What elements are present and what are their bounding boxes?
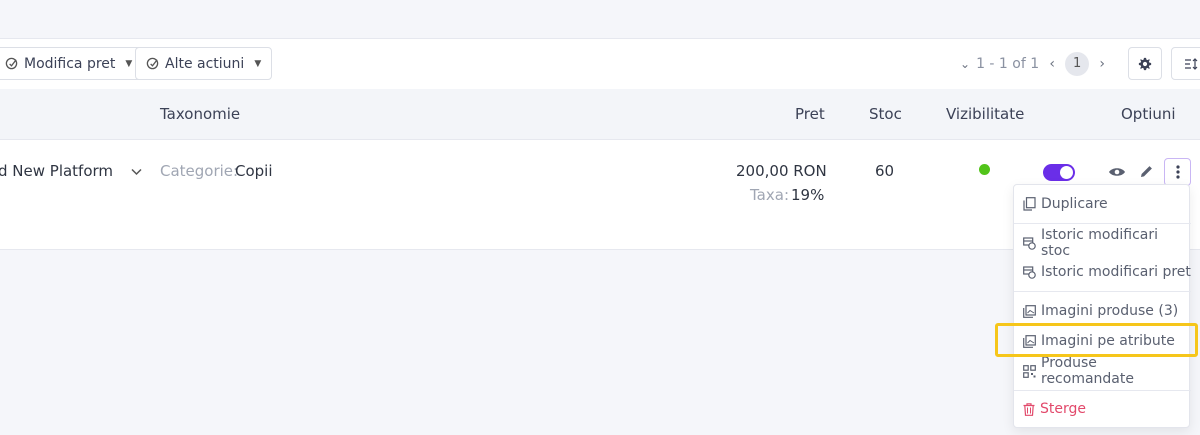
pencil-icon[interactable] [1139, 164, 1154, 179]
prev-page-icon[interactable]: ‹ [1039, 56, 1065, 72]
menu-divider [1014, 390, 1191, 391]
gear-icon [1138, 57, 1152, 70]
menu-divider [1014, 223, 1191, 224]
menu-item-label: Istoric modificari pret [1041, 264, 1191, 280]
menu-item-istoric-stoc[interactable]: Istoric modificari stoc [1014, 227, 1191, 259]
settings-button[interactable] [1128, 47, 1162, 80]
row-actions-button[interactable] [1164, 158, 1191, 186]
category-value: Copii [235, 162, 273, 180]
sort-lines-icon [1185, 57, 1198, 70]
next-page-icon[interactable]: › [1089, 56, 1115, 72]
alte-actiuni-button[interactable]: Alte actiuni ▼ [135, 47, 273, 80]
edit-circle-icon [5, 57, 18, 70]
row-actions-menu: Duplicare Istoric modificari stoc Istori… [1013, 184, 1191, 428]
tax-label: Taxa: [750, 186, 789, 204]
menu-item-duplicare[interactable]: Duplicare [1014, 191, 1191, 217]
active-toggle[interactable] [1043, 164, 1075, 181]
eye-icon[interactable] [1108, 166, 1126, 178]
modifica-pret-label: Modifica pret [24, 55, 116, 72]
pagination: ⌄ 1 - 1 of 1 ‹ 1 › [960, 47, 1115, 80]
current-page[interactable]: 1 [1065, 51, 1090, 76]
menu-divider [1014, 291, 1191, 292]
alte-actiuni-label: Alte actiuni [165, 55, 245, 72]
menu-item-imagini-produse[interactable]: Imagini produse (3) [1014, 298, 1191, 324]
images-icon [1023, 304, 1036, 318]
column-optiuni: Optiuni [1121, 105, 1176, 123]
edit-circle-icon [146, 57, 159, 70]
modifica-pret-button[interactable]: Modifica pret ▼ [0, 47, 144, 80]
menu-item-label: Imagini pe atribute [1041, 333, 1175, 349]
kebab-icon [1175, 165, 1180, 179]
page-size-chevron-icon[interactable]: ⌄ [960, 57, 970, 71]
caret-down-icon: ▼ [254, 58, 262, 69]
price-value: 200,00 RON [736, 162, 827, 180]
menu-item-label: Istoric modificari stoc [1041, 227, 1158, 259]
density-button[interactable] [1171, 47, 1200, 80]
menu-item-label: Produse recomandate [1041, 355, 1134, 387]
tax-value: 19% [791, 186, 825, 204]
column-stoc[interactable]: Stoc [869, 105, 902, 123]
visibility-status-dot [979, 164, 990, 175]
menu-item-label: Duplicare [1041, 196, 1108, 212]
stock-value: 60 [875, 162, 895, 180]
chevron-down-icon[interactable] [131, 168, 142, 176]
menu-item-produse-recomandate[interactable]: Produse recomandate [1014, 355, 1191, 387]
trash-icon [1023, 402, 1035, 416]
column-taxonomie[interactable]: Taxonomie [160, 105, 240, 123]
column-pret[interactable]: Pret [795, 105, 825, 123]
table-header: Taxonomie Pret Stoc Vizibilitate Optiuni [0, 89, 1200, 140]
images-icon [1023, 334, 1036, 348]
history-icon [1023, 236, 1036, 250]
menu-item-sterge[interactable]: Sterge [1014, 396, 1191, 422]
menu-item-label: Sterge [1040, 401, 1086, 417]
menu-item-imagini-atribute[interactable]: Imagini pe atribute [1014, 328, 1191, 354]
caret-down-icon: ▼ [125, 58, 133, 69]
pagination-range: 1 - 1 of 1 [976, 55, 1040, 72]
copy-icon [1023, 197, 1036, 211]
menu-item-label: Imagini produse (3) [1041, 303, 1179, 319]
history-icon [1023, 265, 1036, 279]
table-toolbar: Modifica pret ▼ Alte actiuni ▼ ⌄ 1 - 1 o… [0, 39, 1200, 89]
product-name[interactable]: d New Platform [0, 162, 113, 180]
category-label: Categorie: [160, 162, 239, 180]
column-vizibilitate[interactable]: Vizibilitate [946, 105, 1024, 123]
qr-grid-icon [1023, 364, 1036, 378]
menu-item-istoric-pret[interactable]: Istoric modificari pret [1014, 259, 1191, 285]
